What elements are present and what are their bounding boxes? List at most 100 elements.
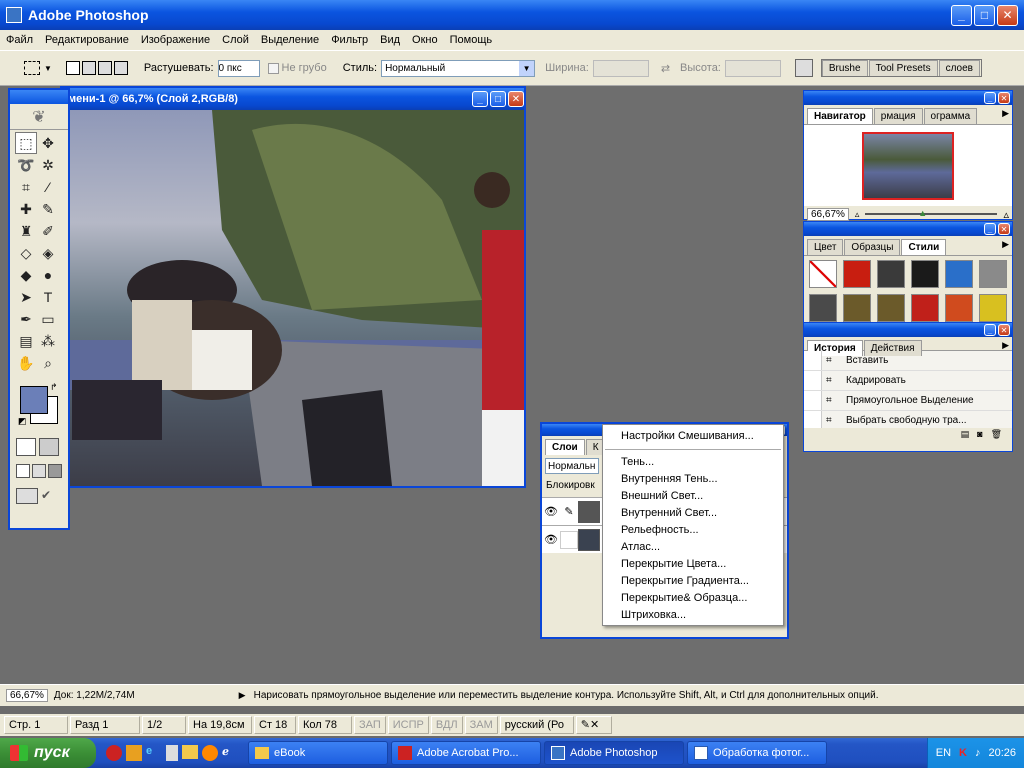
magic-wand-tool-icon[interactable]: ✲: [37, 154, 59, 176]
taskbar-item-word[interactable]: Обработка фотог...: [687, 741, 827, 765]
tab-actions[interactable]: Действия: [863, 340, 922, 356]
brush-tool-icon[interactable]: ✎: [37, 198, 59, 220]
history-checkbox[interactable]: [804, 371, 822, 390]
tab-brushes[interactable]: Brushe: [821, 60, 868, 76]
screen-mode-full-menu-icon[interactable]: [32, 464, 46, 478]
context-menu-item[interactable]: Перекрытие Цвета...: [603, 556, 783, 573]
swap-icon[interactable]: ⇄: [661, 62, 670, 75]
chevron-down-icon[interactable]: ▼: [44, 64, 52, 73]
navigator-preview[interactable]: [804, 124, 1012, 206]
menu-item-0[interactable]: Файл: [0, 34, 39, 46]
minimize-button[interactable]: _: [951, 4, 972, 26]
ie-icon[interactable]: e: [146, 745, 162, 761]
context-menu-item[interactable]: Внешний Свет...: [603, 488, 783, 505]
default-colors-icon[interactable]: ◩: [18, 416, 27, 427]
snapshot-icon[interactable]: ◙: [977, 429, 982, 440]
style-swatch[interactable]: [911, 294, 939, 322]
eraser-tool-icon[interactable]: ◇: [15, 242, 37, 264]
screen-mode-standard-icon[interactable]: [16, 464, 30, 478]
quick-mask-icon[interactable]: [39, 438, 59, 456]
feather-input[interactable]: [217, 59, 260, 77]
panel-close-button[interactable]: ✕: [998, 324, 1010, 336]
tab-tool-presets[interactable]: Tool Presets: [868, 60, 938, 76]
history-checkbox[interactable]: [804, 411, 822, 428]
tab-layers[interactable]: Слои: [545, 439, 585, 455]
doc-minimize-button[interactable]: _: [472, 91, 488, 107]
clone-stamp-icon[interactable]: ♜: [15, 220, 37, 242]
menu-item-4[interactable]: Выделение: [255, 34, 325, 46]
shape-tool-icon[interactable]: ▭: [37, 308, 59, 330]
panel-menu-icon[interactable]: ▶: [1002, 239, 1009, 255]
style-swatch[interactable]: [877, 260, 905, 288]
status-rec[interactable]: ЗАП: [354, 716, 386, 734]
new-selection-icon[interactable]: [65, 61, 80, 75]
context-menu-item[interactable]: Тень...: [603, 454, 783, 471]
doc-close-button[interactable]: ✕: [508, 91, 524, 107]
status-trk[interactable]: ИСПР: [387, 716, 429, 734]
history-brush-icon[interactable]: ✐: [37, 220, 59, 242]
panel-minimize-button[interactable]: _: [984, 223, 996, 235]
trash-icon[interactable]: 🗑: [991, 429, 1002, 440]
tab-color[interactable]: Цвет: [807, 239, 844, 255]
browser-icon[interactable]: ℯ: [222, 745, 238, 761]
panel-minimize-button[interactable]: _: [984, 92, 996, 104]
intersect-selection-icon[interactable]: [113, 61, 128, 75]
panel-menu-icon[interactable]: ▶: [1002, 108, 1009, 124]
media-player-icon[interactable]: [202, 745, 218, 761]
eye-icon[interactable]: 👁: [542, 533, 560, 546]
menu-item-1[interactable]: Редактирование: [39, 34, 135, 46]
subtract-selection-icon[interactable]: [97, 61, 112, 75]
speaker-icon[interactable]: ♪: [975, 747, 981, 759]
status-ovr[interactable]: ЗАМ: [464, 716, 498, 734]
close-button[interactable]: ✕: [997, 4, 1018, 26]
antialias-checkbox[interactable]: [267, 62, 279, 74]
history-item[interactable]: ⌗ Выбрать свободную тра...: [804, 411, 1012, 428]
taskbar-item-ebook[interactable]: eBook: [248, 741, 388, 765]
paint-bucket-icon[interactable]: ◈: [37, 242, 59, 264]
move-tool-icon[interactable]: ✥: [37, 132, 59, 154]
menu-item-8[interactable]: Помощь: [444, 34, 499, 46]
context-menu-item[interactable]: Атлас...: [603, 539, 783, 556]
healing-brush-icon[interactable]: ✚: [15, 198, 37, 220]
height-input[interactable]: [724, 59, 781, 77]
context-menu-item[interactable]: Рельефность...: [603, 522, 783, 539]
tab-info[interactable]: рмация: [873, 108, 923, 124]
menu-item-5[interactable]: Фильтр: [325, 34, 374, 46]
panel-close-button[interactable]: ✕: [998, 92, 1010, 104]
style-swatch[interactable]: [911, 260, 939, 288]
menu-item-7[interactable]: Окно: [406, 34, 444, 46]
style-swatch[interactable]: [945, 260, 973, 288]
style-swatch[interactable]: [843, 260, 871, 288]
lasso-tool-icon[interactable]: ➰: [15, 154, 37, 176]
width-input[interactable]: [592, 59, 649, 77]
style-swatch[interactable]: [877, 294, 905, 322]
panel-menu-icon[interactable]: ▶: [1002, 340, 1009, 356]
check-icon[interactable]: ✔: [41, 488, 59, 504]
panel-close-button[interactable]: ✕: [998, 223, 1010, 235]
style-swatch[interactable]: [843, 294, 871, 322]
marquee-tool-icon[interactable]: ⬚: [15, 132, 37, 154]
swap-colors-icon[interactable]: ↱: [50, 382, 58, 393]
history-item[interactable]: ⌗ Кадрировать: [804, 371, 1012, 391]
status-ext[interactable]: ВДЛ: [430, 716, 463, 734]
context-menu-item[interactable]: Штриховка...: [603, 607, 783, 624]
type-tool-icon[interactable]: T: [37, 286, 59, 308]
add-selection-icon[interactable]: [81, 61, 96, 75]
screen-mode-full-icon[interactable]: [48, 464, 62, 478]
panel-minimize-button[interactable]: _: [984, 324, 996, 336]
tab-navigator[interactable]: Навигатор: [807, 108, 873, 124]
status-menu-icon[interactable]: ▶: [239, 690, 246, 701]
tab-styles[interactable]: Стили: [901, 239, 947, 255]
palette-well-icon[interactable]: [794, 59, 813, 77]
pen-tool-icon[interactable]: ✒: [15, 308, 37, 330]
crop-tool-icon[interactable]: ⌗: [15, 176, 37, 198]
notepad-icon[interactable]: [166, 745, 178, 761]
taskbar-item-acrobat[interactable]: Adobe Acrobat Pro...: [391, 741, 541, 765]
style-swatch[interactable]: [809, 260, 837, 288]
language-indicator[interactable]: EN: [936, 747, 951, 759]
new-document-icon[interactable]: ▤: [961, 429, 970, 440]
history-checkbox[interactable]: [804, 391, 822, 410]
start-button[interactable]: пуск: [0, 738, 96, 768]
zoom-slider[interactable]: ▲: [865, 208, 998, 218]
zoom-in-icon[interactable]: ▵: [1003, 208, 1009, 221]
